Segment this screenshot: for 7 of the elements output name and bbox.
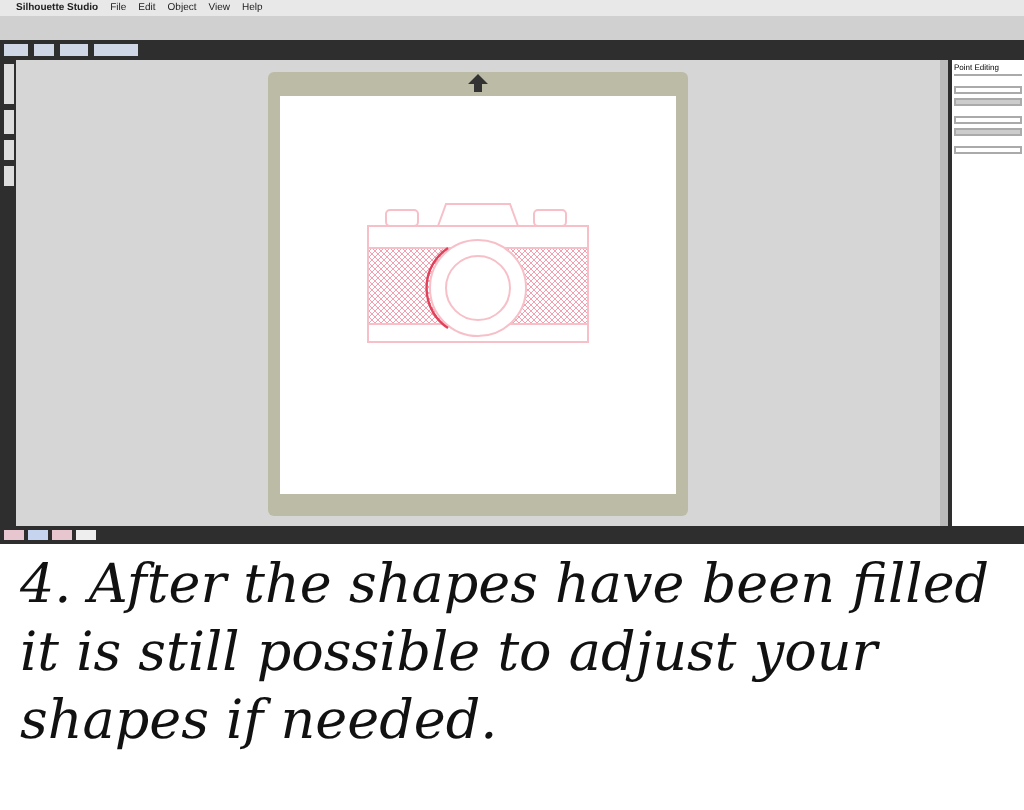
panel-button[interactable] bbox=[954, 116, 1022, 124]
panel-button[interactable] bbox=[954, 146, 1022, 154]
panel-button[interactable] bbox=[954, 98, 1022, 106]
panel-button[interactable] bbox=[954, 128, 1022, 136]
panel-button[interactable] bbox=[954, 86, 1022, 94]
up-arrow-icon[interactable] bbox=[468, 74, 488, 92]
caption: 4. After the shapes have been filled it is still possible to adjust your shapes if needed. bbox=[18, 552, 992, 756]
